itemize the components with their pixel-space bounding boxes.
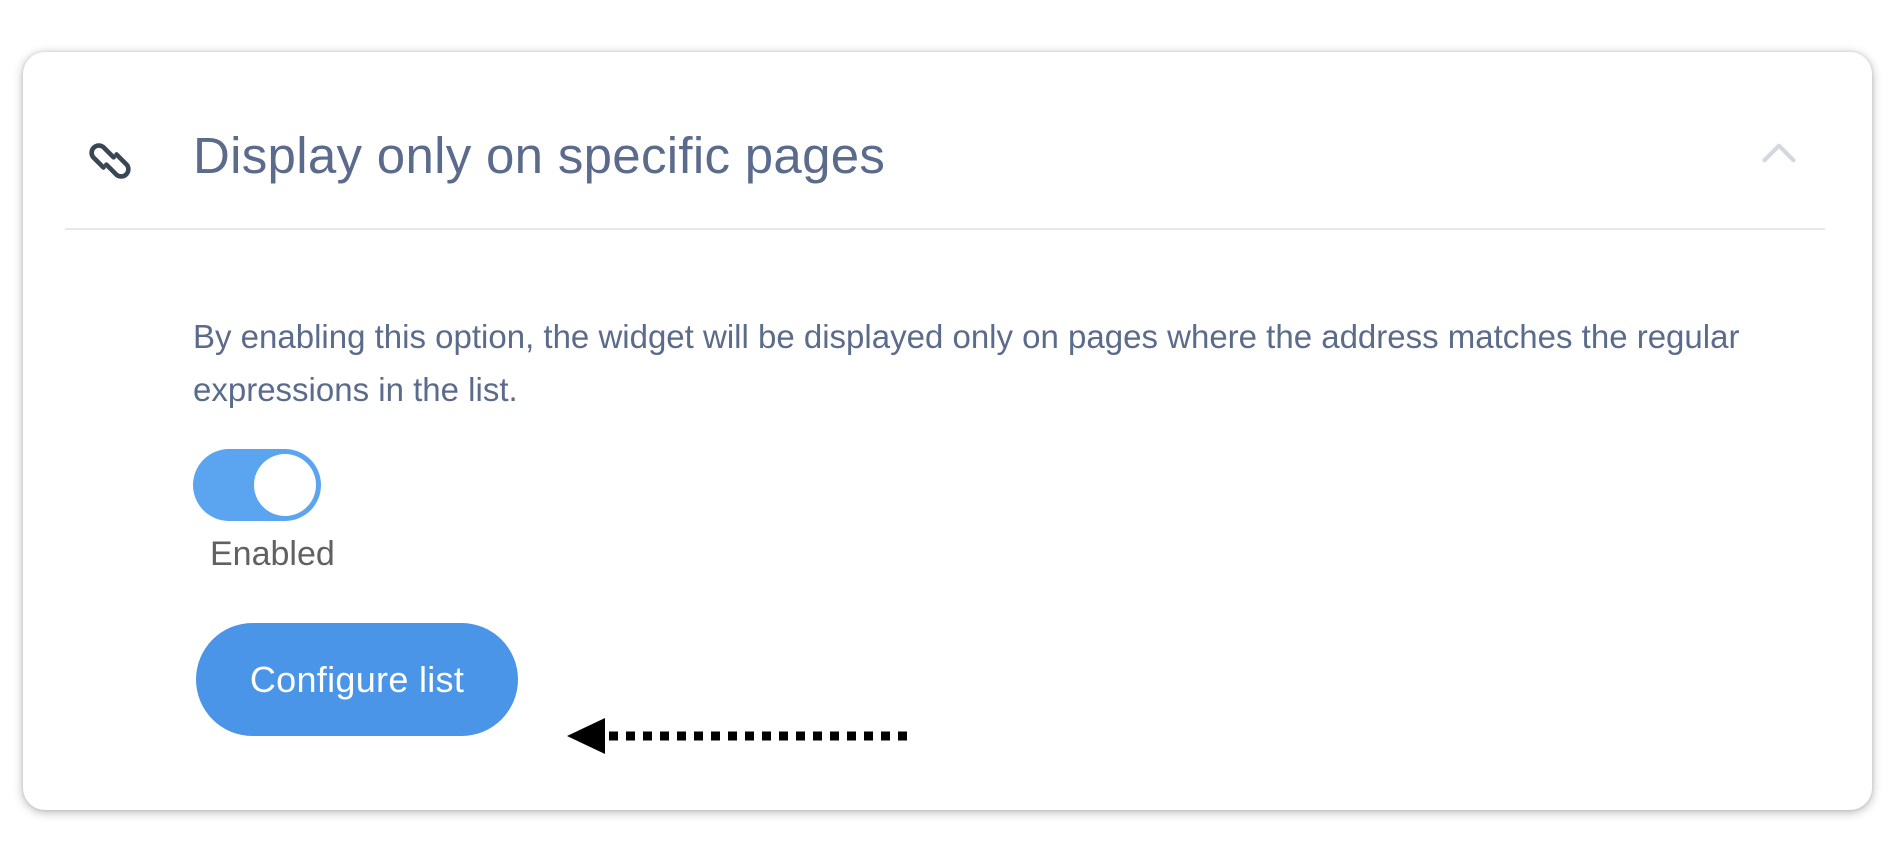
settings-card: Display only on specific pages By enabli…: [23, 52, 1872, 810]
link-icon: [89, 143, 131, 179]
toggle-knob: [254, 454, 316, 516]
toggle-label: Enabled: [210, 535, 335, 573]
header-divider: [65, 228, 1825, 230]
dotted-arrow-left-icon: [567, 718, 913, 754]
section-title: Display only on specific pages: [193, 127, 886, 184]
section-header[interactable]: Display only on specific pages: [23, 52, 1872, 230]
section-description: By enabling this option, the widget will…: [193, 318, 1740, 408]
enable-toggle[interactable]: [193, 449, 321, 521]
chevron-up-icon[interactable]: [1754, 128, 1804, 178]
configure-list-button[interactable]: Configure list: [196, 623, 518, 736]
